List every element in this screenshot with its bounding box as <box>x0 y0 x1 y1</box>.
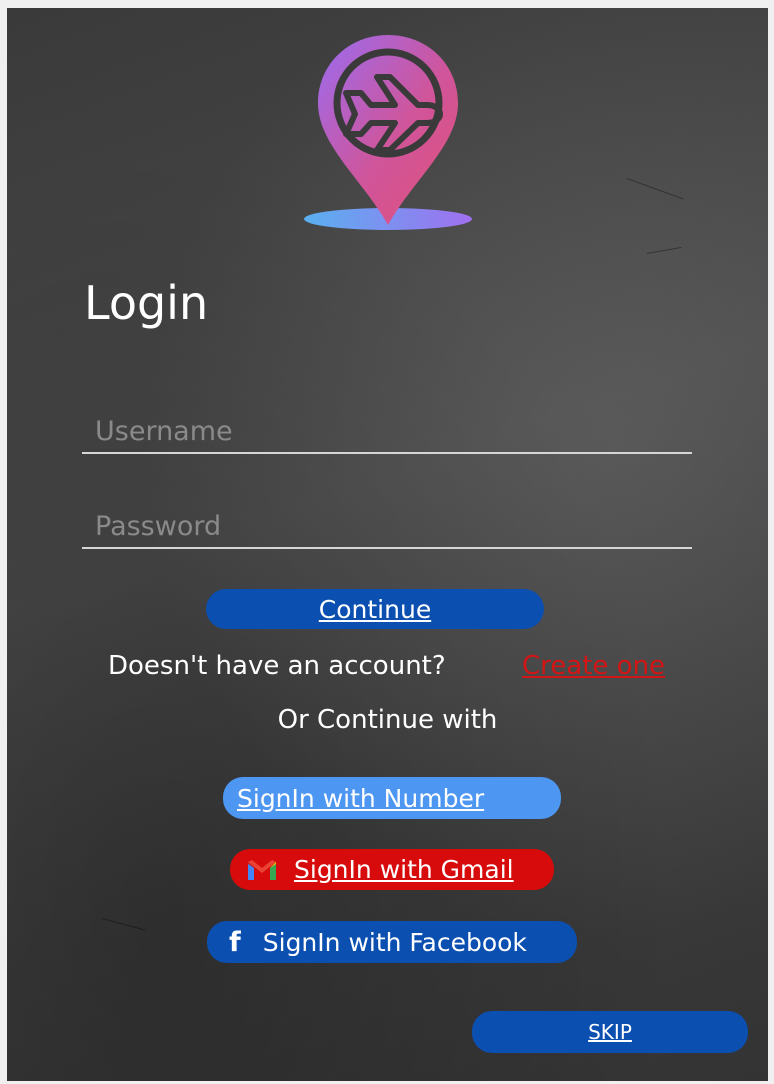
wall-crack <box>626 178 684 200</box>
continue-button-label: Continue <box>318 594 432 624</box>
create-account-link[interactable]: Create one <box>522 651 665 681</box>
wall-crack <box>646 246 682 254</box>
password-input[interactable] <box>82 505 692 549</box>
skip-button[interactable]: SKIP <box>472 1011 748 1053</box>
no-account-text: Doesn't have an account? <box>108 651 446 681</box>
signin-number-label: SignIn with Number <box>237 783 485 813</box>
signin-gmail-button[interactable]: SignIn with Gmail <box>230 849 554 890</box>
wall-crack <box>101 918 146 931</box>
gmail-icon <box>248 859 276 880</box>
continue-button[interactable]: Continue <box>206 589 544 629</box>
page-title: Login <box>84 276 209 330</box>
login-screen: Login Continue Doesn't have an account? … <box>7 8 768 1081</box>
airplane-location-pin-icon <box>304 35 472 230</box>
signin-facebook-label: SignIn with Facebook <box>262 927 527 957</box>
facebook-icon: f <box>229 926 241 958</box>
signin-facebook-button[interactable]: f SignIn with Facebook <box>207 921 577 963</box>
signin-gmail-label: SignIn with Gmail <box>294 855 514 884</box>
signin-number-button[interactable]: SignIn with Number <box>223 777 561 819</box>
or-continue-text: Or Continue with <box>277 705 498 735</box>
skip-button-label: SKIP <box>588 1020 632 1044</box>
username-input[interactable] <box>82 410 692 454</box>
